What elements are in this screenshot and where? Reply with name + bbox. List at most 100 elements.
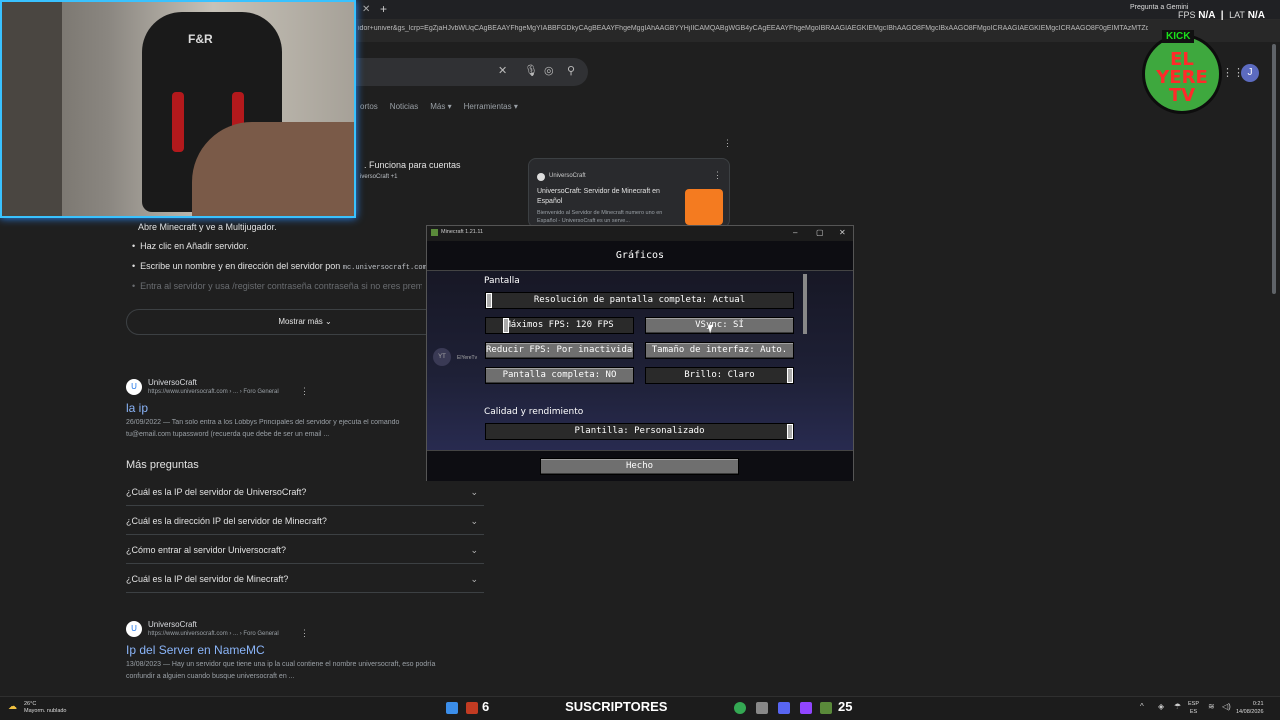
mic-icon[interactable]: 🎙 [524,64,538,77]
minecraft-footer: Hecho [427,450,853,481]
result-title[interactable]: Ip del Server en NameMC [126,643,265,657]
more-icon[interactable]: ⋮ [723,138,732,149]
step-register-text: Entra al servidor y usa /register contra… [140,281,422,291]
search-input[interactable]: ✕ 🎙 ◎ ⚲ [340,58,588,86]
taskbar: ☁ 26°C Mayorm. nublado 6 SUSCRIPTORES 25 … [0,696,1280,720]
settings-scrollbar[interactable] [803,274,807,334]
new-tab-icon[interactable]: + [380,2,387,16]
tray-chevron-icon[interactable]: ^ [1140,702,1144,711]
lang-region: ES [1189,709,1198,715]
ghost-avatar: YT [433,348,451,366]
site-url[interactable]: https://www.universocraft.com › ... › Fo… [148,631,279,637]
tray-app-icon[interactable]: ☂ [1174,702,1181,711]
tab-mas[interactable]: Más ▾ [430,102,451,111]
minimize-icon[interactable]: – [793,228,797,237]
subscriber-banner: 6 SUSCRIPTORES [482,699,667,714]
paa-item[interactable]: ¿Cómo entrar al servidor Universocraft? ⌄ [126,536,484,564]
app-icon[interactable] [756,702,768,714]
reduce-fps-button[interactable]: Reducir FPS: Por inactividad [485,342,634,359]
paa-question: ¿Cuál es la IP del servidor de Minecraft… [126,574,289,584]
chevron-down-icon: ⌄ [470,516,478,526]
search-icon[interactable]: ⚲ [567,64,575,77]
slider-knob[interactable] [503,318,509,333]
max-fps-slider[interactable]: Máximos FPS: 120 FPS [485,317,634,334]
site-favicon: U [126,621,142,637]
subs-label: SUSCRIPTORES [565,699,668,714]
slider-knob[interactable] [486,293,492,308]
site-url[interactable]: https://www.universocraft.com › ... › Fo… [148,389,279,395]
gui-scale-button[interactable]: Tamaño de interfaz: Auto. [645,342,794,359]
site-favicon [537,173,545,181]
maximize-icon[interactable]: ▢ [816,228,824,237]
minecraft-body: Gráficos YT ElYereTv Pantalla Resolución… [427,241,853,481]
slider-knob[interactable] [787,368,793,383]
slider-knob[interactable] [787,424,793,439]
done-button[interactable]: Hecho [540,458,739,475]
language-indicator[interactable]: ESP ES [1188,700,1199,716]
minecraft-icon[interactable] [820,702,832,714]
account-avatar[interactable]: J [1241,64,1259,82]
result-card[interactable]: UniversoCraft ⋮ UniversoCraft: Servidor … [528,158,730,228]
weather-temp: 26°C [24,701,37,707]
windows-start-icon[interactable] [446,702,458,714]
close-icon[interactable]: ✕ [839,228,846,237]
wifi-icon[interactable]: ≋ [1208,702,1215,711]
volume-icon[interactable]: ◁) [1222,702,1231,711]
discord-icon[interactable] [778,702,790,714]
step-name: • Escribe un nombre y en dirección del s… [132,261,427,272]
chevron-down-icon: ⌄ [470,487,478,497]
fullscreen-resolution-slider[interactable]: Resolución de pantalla completa: Actual [485,292,794,309]
lang-code: ESP [1188,701,1200,707]
paa-item[interactable]: ¿Cuál es la dirección IP del servidor de… [126,507,484,535]
result-title[interactable]: la ip [126,401,148,415]
section-calidad: Calidad y rendimiento [484,407,584,417]
card-title[interactable]: UniversoCraft: Servidor de Minecraft en … [537,187,677,207]
lat-label: LAT [1229,10,1245,20]
result-funciona-sub: iversoCraft +1 [360,174,398,180]
more-icon[interactable]: ⋮ [300,386,309,397]
minecraft-app-icon [431,229,438,236]
vsync-button[interactable]: VSync: SÍ [645,317,794,334]
preset-label: Plantilla: Personalizado [574,426,705,436]
clock-date: 14/08/2026 [1236,709,1264,715]
site-name: UniversoCraft [148,378,197,387]
paa-question: ¿Cuál es la dirección IP del servidor de… [126,516,327,526]
screen: ✕ + Pregunta a Gemini idor+univer&gs_lcr… [0,0,1280,720]
result-snippet: confundir a alguien cuando busque univer… [126,673,295,680]
chrome-icon[interactable] [734,702,746,714]
paa-question: ¿Cómo entrar al servidor Universocraft? [126,545,287,555]
tab-herramientas[interactable]: Herramientas ▾ [464,102,518,111]
chevron-down-icon: ⌄ [470,574,478,584]
subs-count: 25 [838,699,853,714]
graphics-heading: Gráficos [615,250,665,261]
clock[interactable]: 0:21 14/08/2026 [1236,700,1264,716]
webcam-door [2,2,62,216]
fps-overlay: FPS N/A | LAT N/A [1178,10,1265,21]
card-site: UniversoCraft [549,173,586,179]
more-icon[interactable]: ⋮ [300,628,309,639]
clear-icon[interactable]: ✕ [498,64,507,77]
lens-icon[interactable]: ◎ [544,64,554,77]
url-text[interactable]: idor+univer&gs_lcrp=EgZjaHJvbWUqCAgBEAAY… [358,25,1148,32]
step-register: • Entra al servidor y usa /register cont… [132,281,422,291]
result-funciona: . Funciona para cuentas [364,160,461,170]
minecraft-window: Minecraft 1.21.11 – ▢ ✕ Gráficos YT ElYe… [426,225,854,481]
app-icon[interactable] [466,702,478,714]
result-snippet: 26/09/2022 — Tan solo entra a los Lobbys… [126,419,400,426]
fullscreen-button[interactable]: Pantalla completa: NO [485,367,634,384]
tab-shorts[interactable]: ortos [360,102,378,111]
page-scrollbar[interactable] [1272,44,1276,294]
paa-item[interactable]: ¿Cuál es la IP del servidor de UniversoC… [126,478,484,506]
brightness-label: Brillo: Claro [684,370,755,380]
fullscreen-resolution-label: Resolución de pantalla completa: Actual [533,295,746,305]
tray-app-icon[interactable]: ◈ [1158,702,1164,711]
brightness-slider[interactable]: Brillo: Claro [645,367,794,384]
webcam-person [192,122,354,216]
paa-item[interactable]: ¿Cuál es la IP del servidor de Minecraft… [126,565,484,593]
more-icon[interactable]: ⋮ [713,170,722,181]
app-icon[interactable] [800,702,812,714]
tab-close-icon[interactable]: ✕ [362,4,370,15]
clock-time: 0:21 [1252,701,1264,707]
preset-slider[interactable]: Plantilla: Personalizado [485,423,794,440]
tab-noticias[interactable]: Noticias [390,102,418,111]
